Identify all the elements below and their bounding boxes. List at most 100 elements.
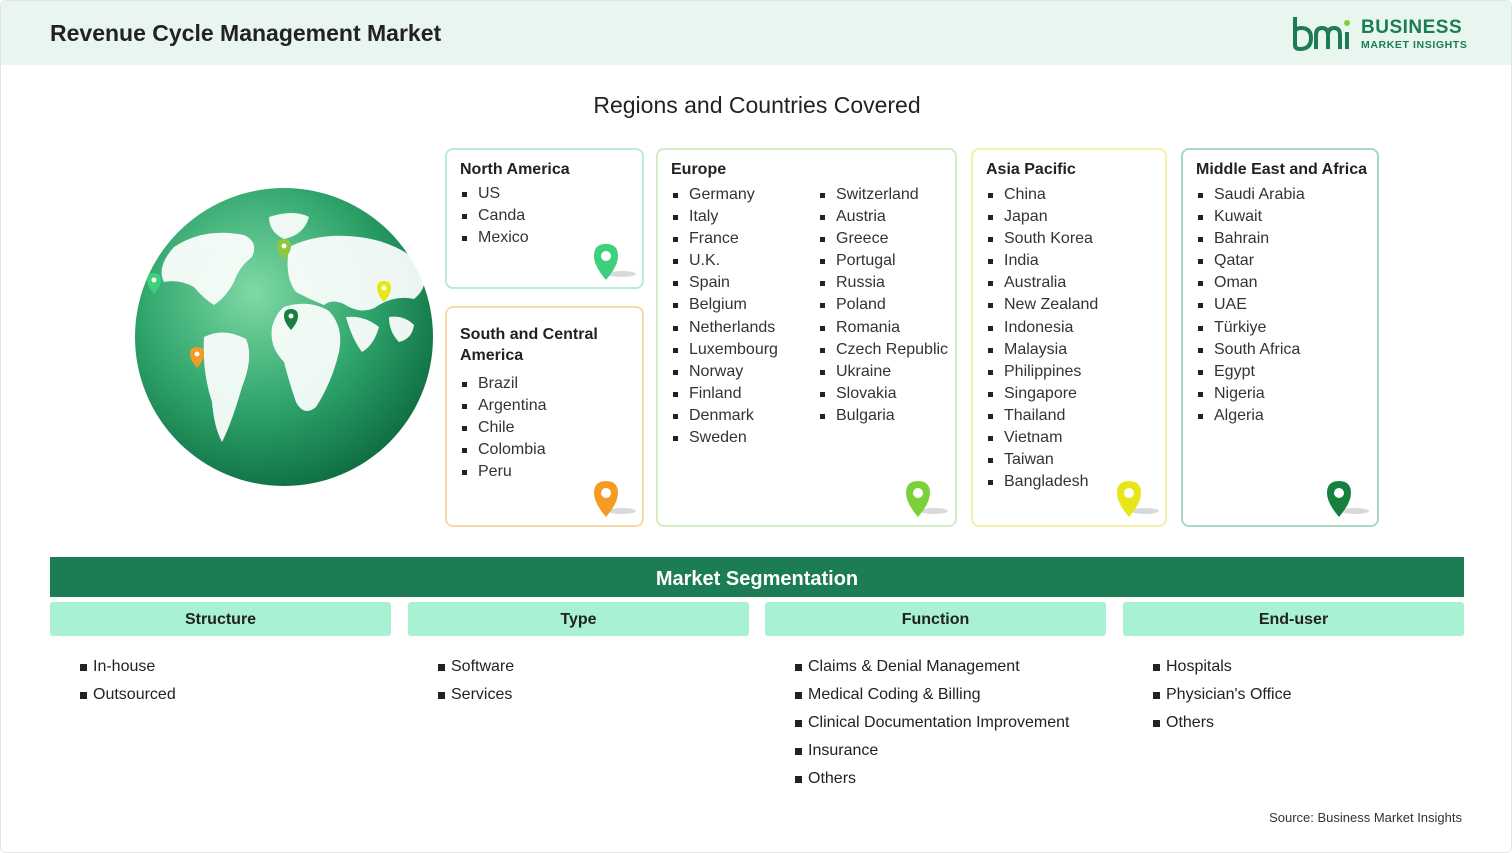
country-item: Philippines [986,361,1098,383]
country-item: Denmark [671,405,778,427]
country-item: Germany [671,184,778,206]
region-title: Asia Pacific [986,161,1076,178]
region-title: Europe [671,161,727,178]
country-item: Finland [671,383,778,405]
country-item: Ukraine [818,361,948,383]
country-item: Austria [818,206,948,228]
country-item: Taiwan [986,449,1098,471]
country-item: Bulgaria [818,405,948,427]
segment-item: Medical Coding & Billing [795,681,1106,709]
country-item: US [460,183,529,205]
segment-header: Structure [50,602,391,636]
region-title: South and Central America [460,326,598,364]
segment-item: Others [1153,709,1464,737]
regions-section-title: Regions and Countries Covered [593,92,921,118]
segment-header: Type [408,602,749,636]
country-item: Canda [460,205,529,227]
globe-icon [135,188,433,486]
country-item: UAE [1196,294,1305,316]
country-item: Poland [818,294,948,316]
map-pin-icon [594,244,636,280]
country-item: Portugal [818,250,948,272]
segment-list: Claims & Denial Management Medical Codin… [795,653,1106,793]
region-title: North America [460,161,570,178]
country-item: Oman [1196,272,1305,294]
country-item: Peru [460,461,547,483]
segment-header: Function [765,602,1106,636]
country-item: Japan [986,206,1098,228]
region-card-north-america: North America US Canda Mexico [445,148,644,289]
country-item: Australia [986,272,1098,294]
region-card-europe: Europe Germany Italy France U.K. Spain B… [656,148,957,527]
country-item: Bangladesh [986,471,1098,493]
segment-list: Software Services [438,653,749,709]
country-item: Luxembourg [671,339,778,361]
country-item: India [986,250,1098,272]
segment-item: Others [795,765,1106,793]
segment-column-type: Type Software Services [408,602,749,709]
country-item: New Zealand [986,294,1098,316]
country-item: Vietnam [986,427,1098,449]
country-item: Türkiye [1196,317,1305,339]
logo-word-business: BUSINESS [1361,17,1463,38]
country-item: U.K. [671,250,778,272]
map-pin-icon [594,481,636,517]
map-pin-icon [1327,481,1369,517]
country-list: Saudi Arabia Kuwait Bahrain Qatar Oman U… [1196,184,1305,427]
country-list: US Canda Mexico [460,183,529,249]
country-item: Sweden [671,427,778,449]
segment-header: End-user [1123,602,1464,636]
segment-item: Services [438,681,749,709]
country-list: China Japan South Korea India Australia … [986,184,1098,493]
source-note: Source: Business Market Insights [1269,810,1462,825]
segment-item: Clinical Documentation Improvement [795,709,1106,737]
country-item: Italy [671,206,778,228]
country-item: Thailand [986,405,1098,427]
segment-item: Software [438,653,749,681]
segment-column-end-user: End-user Hospitals Physician's Office Ot… [1123,602,1464,737]
country-item: Nigeria [1196,383,1305,405]
country-item: Indonesia [986,317,1098,339]
country-item: Norway [671,361,778,383]
country-item: Malaysia [986,339,1098,361]
country-item: Netherlands [671,317,778,339]
segment-item: Insurance [795,737,1106,765]
segment-item: Physician's Office [1153,681,1464,709]
segment-item: Hospitals [1153,653,1464,681]
country-list: Brazil Argentina Chile Colombia Peru [460,373,547,483]
country-item: Singapore [986,383,1098,405]
logo-word-market-insights: MARKET INSIGHTS [1361,39,1468,51]
country-item: Chile [460,417,547,439]
country-item: Czech Republic [818,339,948,361]
country-item: Qatar [1196,250,1305,272]
country-item: Slovakia [818,383,948,405]
country-item: Switzerland [818,184,948,206]
bmi-logo-mark-icon [1293,17,1350,52]
infographic-frame: Revenue Cycle Management Market BUSINESS… [0,0,1512,853]
country-item: Romania [818,317,948,339]
region-card-south-central-america: South and Central America Brazil Argenti… [445,306,644,527]
country-item: Russia [818,272,948,294]
map-pin-icon [906,481,948,517]
country-item: Egypt [1196,361,1305,383]
segmentation-title-bar: Market Segmentation [50,557,1464,597]
country-item: France [671,228,778,250]
country-item: Argentina [460,395,547,417]
header-bar: Revenue Cycle Management Market BUSINESS… [1,1,1511,65]
segment-item: Claims & Denial Management [795,653,1106,681]
region-title: Middle East and Africa [1196,161,1367,178]
segment-column-function: Function Claims & Denial Management Medi… [765,602,1106,793]
segment-column-structure: Structure In-house Outsourced [50,602,391,709]
country-item: China [986,184,1098,206]
country-item: Kuwait [1196,206,1305,228]
map-pin-icon [1117,481,1159,517]
country-item: South Korea [986,228,1098,250]
country-item: Mexico [460,227,529,249]
country-item: Brazil [460,373,547,395]
country-item: Algeria [1196,405,1305,427]
page-title: Revenue Cycle Management Market [50,20,442,46]
segment-list: Hospitals Physician's Office Others [1153,653,1464,737]
country-list-col1: Germany Italy France U.K. Spain Belgium … [671,184,778,449]
country-item: Colombia [460,439,547,461]
country-item: Saudi Arabia [1196,184,1305,206]
